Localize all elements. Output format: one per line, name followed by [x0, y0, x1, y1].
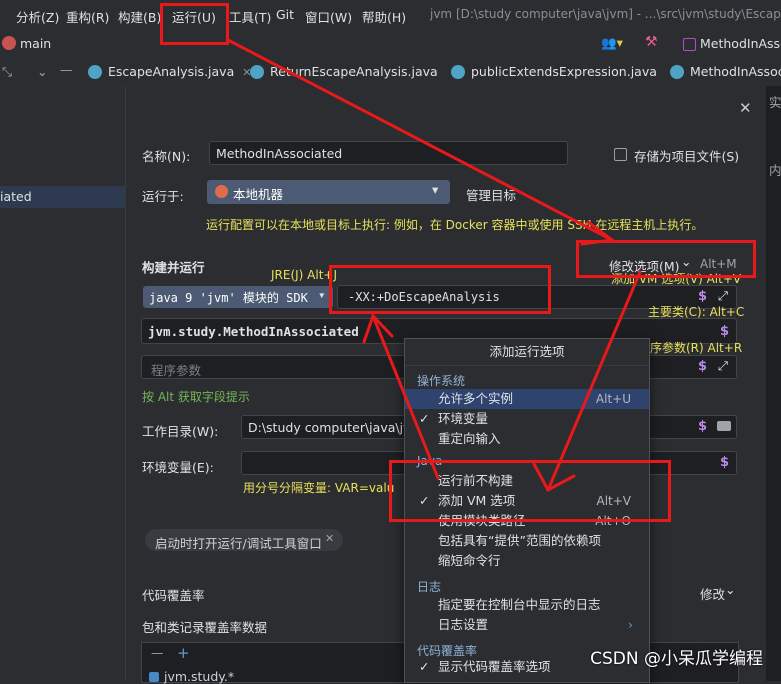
annotation-arrows — [226, 38, 642, 493]
arrow-item-to-vm-field — [371, 314, 440, 480]
watermark: CSDN @小呆瓜学编程 — [590, 649, 763, 669]
arrow-modify-to-item — [546, 270, 642, 492]
arrow-run-to-modify — [226, 38, 614, 242]
